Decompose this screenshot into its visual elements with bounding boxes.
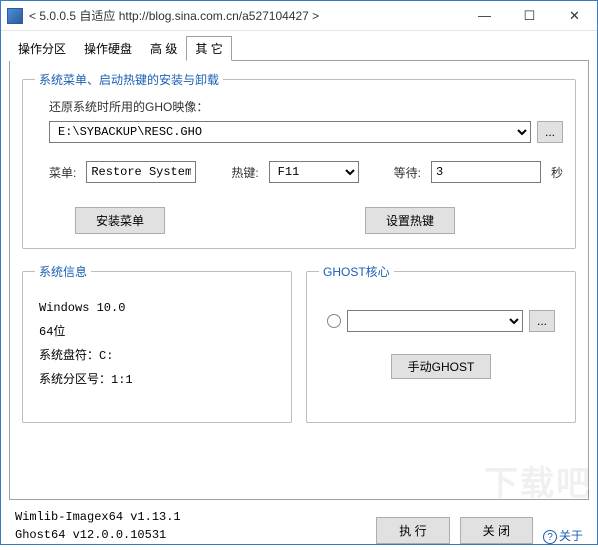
sysinfo-syspart: 系统分区号：1:1 (39, 368, 275, 392)
ghost-version-select[interactable] (347, 310, 523, 332)
sysinfo-os: Windows 10.0 (39, 296, 275, 320)
maximize-button[interactable]: ☐ (507, 1, 552, 30)
tab-other[interactable]: 其 它 (186, 36, 231, 61)
gho-path-select[interactable]: E:\SYBACKUP\RESC.GHO (49, 121, 531, 143)
sysinfo-arch: 64位 (39, 320, 275, 344)
titlebar: < 5.0.0.5 自适应 http://blog.sina.com.cn/a5… (1, 1, 597, 31)
group-ghost-legend: GHOST核心 (319, 263, 394, 280)
version-wimlib: Wimlib-Imagex64 v1.13.1 (15, 508, 181, 526)
sysinfo-body: Windows 10.0 64位 系统盘符：C: 系统分区号：1:1 (35, 290, 279, 398)
execute-button[interactable]: 执 行 (376, 517, 449, 544)
footer: Wimlib-Imagex64 v1.13.1 Ghost64 v12.0.0.… (1, 508, 597, 550)
menu-label: 菜单: (49, 164, 76, 181)
hotkey-select[interactable]: F11 (269, 161, 359, 183)
ghostcore-body: ... 手动GHOST (319, 290, 563, 387)
help-icon: ? (543, 530, 557, 544)
menu-hotkey-row: 菜单: 热键: F11 等待: 秒 (49, 161, 563, 183)
group-system-info: 系统信息 Windows 10.0 64位 系统盘符：C: 系统分区号：1:1 (22, 263, 292, 423)
ghost-select-row: ... (327, 310, 555, 332)
window-buttons: ― ☐ ✕ (462, 1, 597, 30)
tab-operate-disk[interactable]: 操作硬盘 (75, 36, 141, 61)
version-ghost: Ghost64 v12.0.0.10531 (15, 526, 181, 544)
about-link[interactable]: ?关于 (543, 527, 583, 545)
version-info: Wimlib-Imagex64 v1.13.1 Ghost64 v12.0.0.… (15, 508, 181, 544)
group-ghost-core: GHOST核心 ... 手动GHOST (306, 263, 576, 423)
gho-image-label: 还原系统时所用的GHO映像： (49, 98, 563, 115)
wait-label: 等待: (394, 164, 421, 181)
tab-advanced[interactable]: 高 级 (141, 36, 186, 61)
install-menu-button[interactable]: 安装菜单 (75, 207, 165, 234)
ghost-browse-button[interactable]: ... (529, 310, 555, 332)
ghost-radio[interactable] (327, 314, 341, 328)
set-hotkey-button[interactable]: 设置热键 (365, 207, 455, 234)
close-button[interactable]: ✕ (552, 1, 597, 30)
group-install-hotkey: 系统菜单、启动热键的安装与卸载 还原系统时所用的GHO映像： E:\SYBACK… (22, 71, 576, 249)
group-install-legend: 系统菜单、启动热键的安装与卸载 (35, 71, 223, 88)
tab-strip: 操作分区 操作硬盘 高 级 其 它 (9, 36, 589, 61)
sysinfo-sysdrive: 系统盘符：C: (39, 344, 275, 368)
group-sysinfo-legend: 系统信息 (35, 263, 91, 280)
install-buttons-row: 安装菜单 设置热键 (75, 207, 563, 234)
client-area: 操作分区 操作硬盘 高 级 其 它 系统菜单、启动热键的安装与卸载 还原系统时所… (1, 31, 597, 508)
app-icon (7, 8, 23, 24)
window-title: < 5.0.0.5 自适应 http://blog.sina.com.cn/a5… (29, 7, 462, 24)
lower-groups: 系统信息 Windows 10.0 64位 系统盘符：C: 系统分区号：1:1 … (22, 263, 576, 437)
hotkey-label: 热键: (231, 164, 258, 181)
wait-seconds-suffix: 秒 (551, 164, 563, 181)
tab-operate-partition[interactable]: 操作分区 (9, 36, 75, 61)
watermark: 下载吧 (484, 456, 592, 505)
manual-ghost-button[interactable]: 手动GHOST (391, 354, 492, 379)
gho-browse-button[interactable]: ... (537, 121, 563, 143)
minimize-button[interactable]: ― (462, 1, 507, 30)
gho-path-row: E:\SYBACKUP\RESC.GHO ... (49, 121, 563, 143)
close-window-button[interactable]: 关 闭 (460, 517, 533, 544)
wait-seconds-input[interactable] (431, 161, 541, 183)
menu-name-input[interactable] (86, 161, 196, 183)
tab-panel-other: 系统菜单、启动热键的安装与卸载 还原系统时所用的GHO映像： E:\SYBACK… (9, 60, 589, 500)
